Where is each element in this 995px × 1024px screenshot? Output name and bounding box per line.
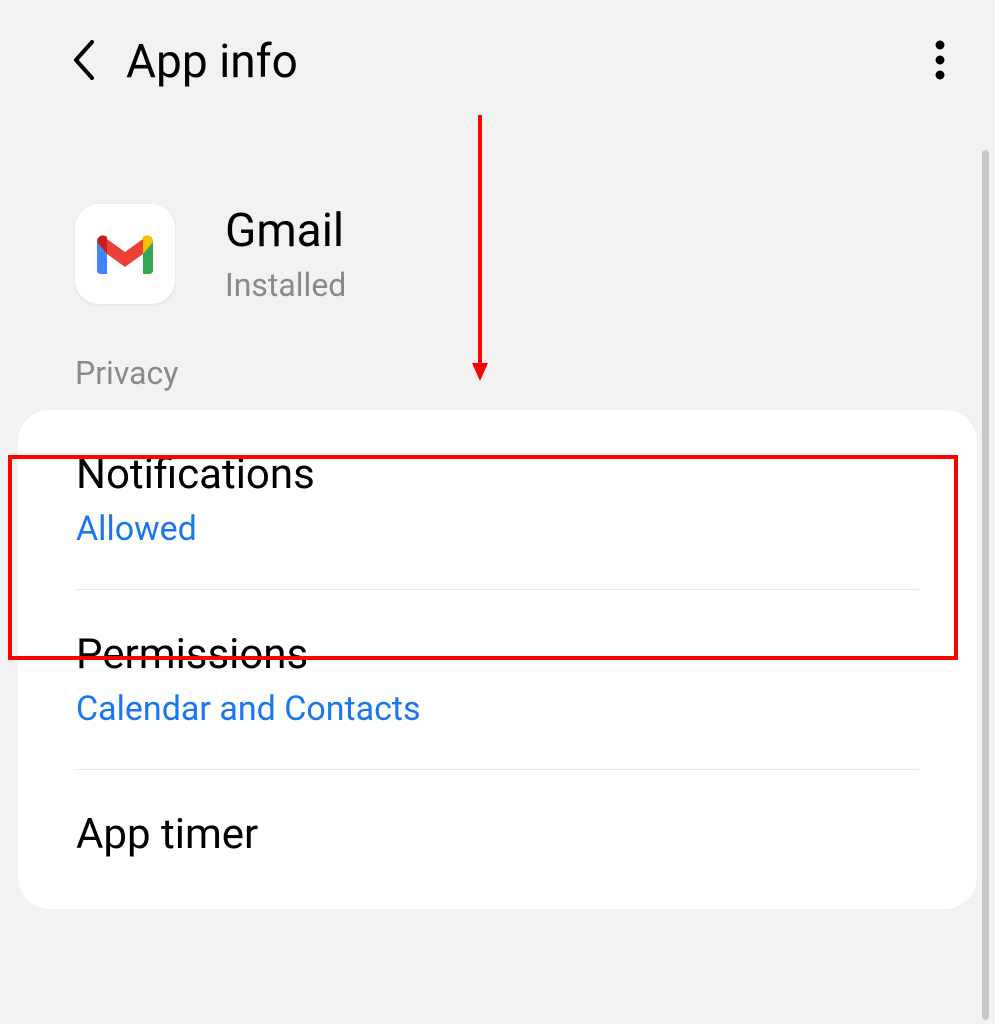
list-item-subtitle: Allowed xyxy=(76,509,919,549)
gmail-icon xyxy=(75,204,175,304)
list-item-title: Notifications xyxy=(76,450,919,499)
app-name: Gmail xyxy=(225,204,346,258)
app-header: Gmail Installed xyxy=(0,124,995,354)
scrollbar[interactable] xyxy=(982,150,989,1020)
permissions-item[interactable]: Permissions Calendar and Contacts xyxy=(18,590,977,769)
list-item-title: Permissions xyxy=(76,630,919,679)
app-info-text: Gmail Installed xyxy=(225,204,346,304)
page-title: App info xyxy=(126,35,298,89)
header: App info xyxy=(0,0,995,124)
list-item-title: App timer xyxy=(76,810,919,859)
header-left: App info xyxy=(70,35,298,89)
section-header-privacy: Privacy xyxy=(0,354,995,410)
more-options-icon[interactable] xyxy=(925,30,955,94)
app-timer-item[interactable]: App timer xyxy=(18,770,977,909)
privacy-card: Notifications Allowed Permissions Calend… xyxy=(18,410,977,909)
notifications-item[interactable]: Notifications Allowed xyxy=(18,410,977,589)
back-icon[interactable] xyxy=(70,38,98,86)
list-item-subtitle: Calendar and Contacts xyxy=(76,689,919,729)
app-status: Installed xyxy=(225,266,346,304)
